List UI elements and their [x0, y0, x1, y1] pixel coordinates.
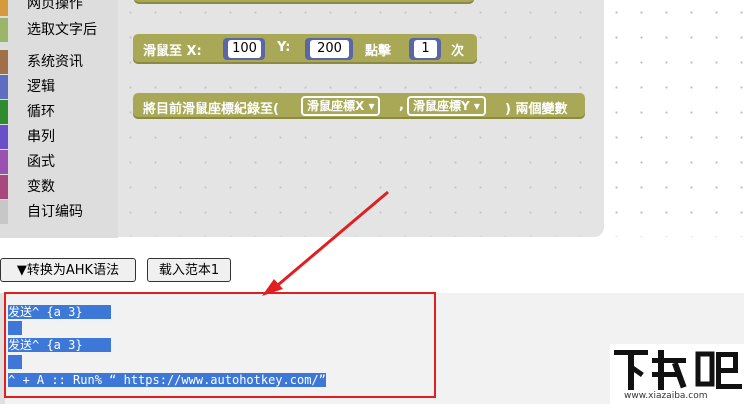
watermark-logo: www.xiazaiba.com: [610, 344, 744, 404]
watermark-url: www.xiazaiba.com: [624, 391, 708, 401]
